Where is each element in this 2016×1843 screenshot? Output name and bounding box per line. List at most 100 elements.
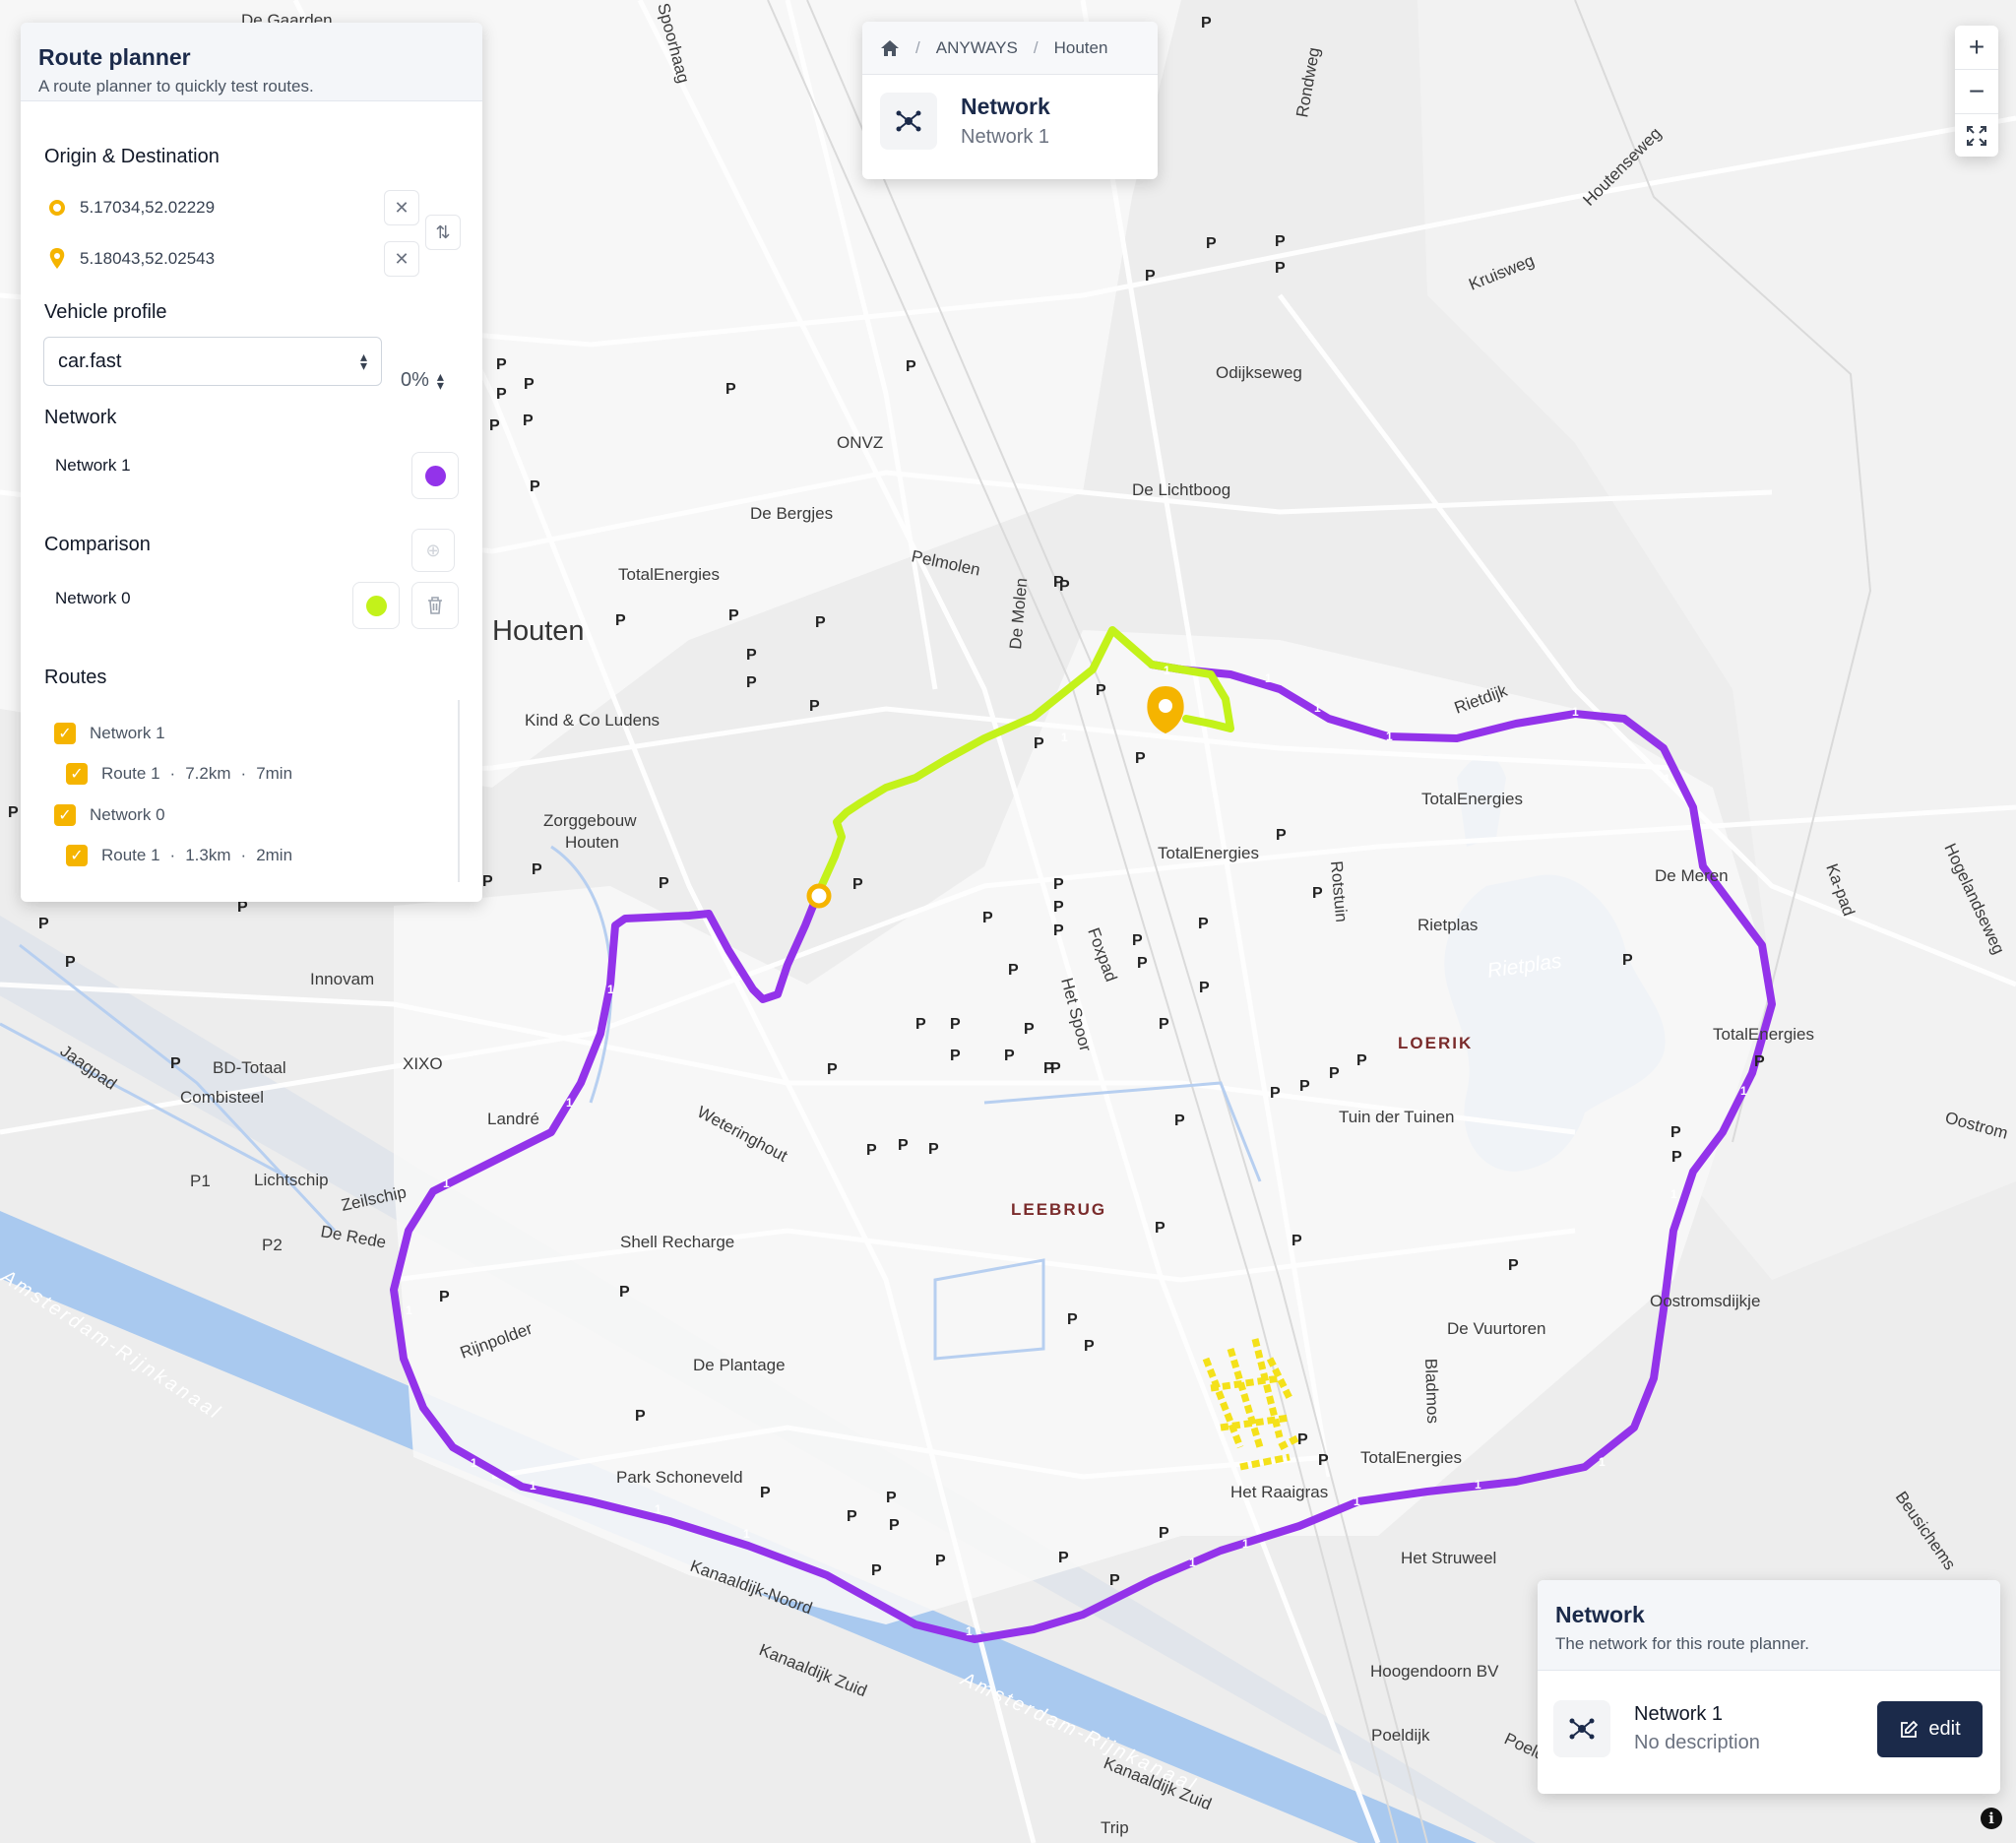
zoom-in-button[interactable]: + (1955, 26, 1998, 70)
vehicle-profile-select[interactable]: car.fast ▴ ▾ (43, 337, 382, 386)
vehicle-profile-heading: Vehicle profile (44, 301, 167, 323)
map-label: Poeldijk (1371, 1726, 1430, 1745)
svg-text:P: P (1024, 1021, 1035, 1038)
route-planner-header: Route planner A route planner to quickly… (21, 23, 482, 101)
svg-text:P: P (1132, 932, 1143, 949)
add-comparison-button[interactable]: ⊕ (411, 529, 455, 572)
map-label: Tuin der Tuinen (1339, 1108, 1455, 1126)
map-label: XIXO (403, 1054, 443, 1073)
svg-text:P: P (1174, 1112, 1185, 1129)
close-icon: ✕ (394, 197, 410, 218)
home-icon[interactable] (880, 39, 900, 57)
origin-pin-icon (49, 200, 65, 216)
edit-network-button[interactable]: edit (1877, 1701, 1983, 1757)
svg-text:P: P (1292, 1233, 1302, 1249)
percentage-value: 0% (401, 369, 429, 391)
svg-text:P: P (1137, 955, 1148, 972)
fullscreen-button[interactable] (1955, 114, 1998, 157)
fullscreen-icon (1967, 126, 1986, 146)
route-group-network-0[interactable]: ✓ Network 0 (54, 804, 165, 826)
svg-text:P: P (1275, 260, 1286, 277)
zoom-controls: + − (1955, 26, 1998, 157)
svg-text:P: P (1754, 1053, 1765, 1070)
clear-destination-button[interactable]: ✕ (384, 241, 419, 277)
info-icon[interactable]: i (1981, 1808, 2002, 1829)
destination-row[interactable]: 5.18043,52.02543 (48, 247, 215, 271)
routes-scrollbar[interactable] (458, 700, 460, 882)
route-item[interactable]: ✓ Route 1 · 1.3km · 2min (66, 845, 292, 866)
map-label: Hoogendoorn BV (1370, 1662, 1499, 1681)
destination-pin-icon (49, 248, 65, 269)
network-color-button[interactable] (411, 452, 459, 499)
map-label: TotalEnergies (618, 565, 720, 584)
comparison-color-button[interactable] (352, 582, 400, 629)
svg-text:P: P (1135, 750, 1146, 767)
route-name: Route 1 (101, 846, 160, 864)
edit-icon (1901, 1720, 1919, 1738)
checkbox[interactable]: ✓ (54, 723, 76, 744)
origin-value[interactable]: 5.17034,52.02229 (80, 198, 215, 218)
svg-text:P: P (1067, 1311, 1078, 1328)
svg-text:P: P (615, 612, 626, 629)
breadcrumb-item[interactable]: Houten (1054, 38, 1108, 58)
svg-text:P: P (496, 386, 507, 403)
svg-text:P: P (1053, 876, 1064, 893)
map-label: Bladmos (1421, 1358, 1442, 1424)
svg-text:P: P (1297, 1431, 1308, 1448)
checkbox[interactable]: ✓ (54, 804, 76, 826)
svg-text:P: P (746, 674, 757, 691)
separator: · (240, 846, 247, 864)
network-name: Network 1 (55, 456, 131, 475)
svg-text:P: P (728, 607, 739, 624)
svg-text:P: P (1201, 15, 1212, 32)
comparison-color-swatch (365, 595, 387, 616)
route-planner-panel: Route planner A route planner to quickly… (21, 23, 482, 902)
svg-text:1: 1 (743, 1527, 750, 1541)
origin-row[interactable]: 5.17034,52.02229 (48, 198, 215, 218)
network-heading: Network (44, 407, 117, 428)
route-time: 7min (256, 764, 293, 783)
zoom-out-button[interactable]: − (1955, 70, 1998, 114)
svg-text:P: P (1059, 578, 1070, 595)
destination-value[interactable]: 5.18043,52.02543 (80, 249, 215, 269)
map-label: De Lichtboog (1132, 480, 1230, 499)
svg-text:1: 1 (1475, 1478, 1481, 1492)
svg-text:P: P (889, 1517, 900, 1534)
breadcrumb-item[interactable]: ANYWAYS (936, 38, 1018, 58)
map-label: TotalEnergies (1713, 1025, 1814, 1044)
svg-text:P: P (1670, 1124, 1681, 1141)
map-label: Het Struweel (1401, 1549, 1496, 1567)
comparison-heading: Comparison (44, 534, 151, 555)
svg-text:P: P (982, 910, 993, 926)
map-label: Landré (487, 1110, 539, 1128)
map-label: Zorggebouw (543, 811, 637, 830)
map-label: Kind & Co Ludens (525, 711, 660, 730)
swap-origin-destination-button[interactable]: ⇅ (425, 215, 461, 250)
percentage-stepper[interactable]: 0% ▴ ▾ (401, 369, 444, 392)
delete-comparison-button[interactable] (411, 582, 459, 629)
clear-origin-button[interactable]: ✕ (384, 190, 419, 225)
checkbox[interactable]: ✓ (66, 845, 88, 866)
network-color-swatch (424, 465, 446, 486)
separator: · (240, 764, 247, 783)
svg-text:P: P (852, 876, 863, 893)
svg-text:P: P (725, 381, 736, 398)
svg-text:P: P (659, 875, 669, 892)
svg-text:P: P (928, 1141, 939, 1158)
svg-text:P: P (1356, 1052, 1367, 1069)
svg-text:P: P (866, 1142, 877, 1159)
svg-text:P: P (746, 647, 757, 664)
map-label: Het Raaigras (1230, 1483, 1328, 1501)
svg-text:1: 1 (1242, 1537, 1249, 1551)
svg-text:P: P (1206, 235, 1217, 252)
route-time: 2min (256, 846, 293, 864)
svg-text:P: P (489, 417, 500, 434)
route-item[interactable]: ✓ Route 1 · 7.2km · 7min (66, 763, 292, 785)
origin-marker[interactable] (806, 883, 832, 909)
map-label: Lichtschip (254, 1171, 329, 1189)
route-group-network-1[interactable]: ✓ Network 1 (54, 723, 165, 744)
swap-icon: ⇅ (435, 222, 451, 242)
checkbox[interactable]: ✓ (66, 763, 88, 785)
map-label: TotalEnergies (1158, 844, 1259, 862)
map-label: De Bergjes (750, 504, 833, 523)
